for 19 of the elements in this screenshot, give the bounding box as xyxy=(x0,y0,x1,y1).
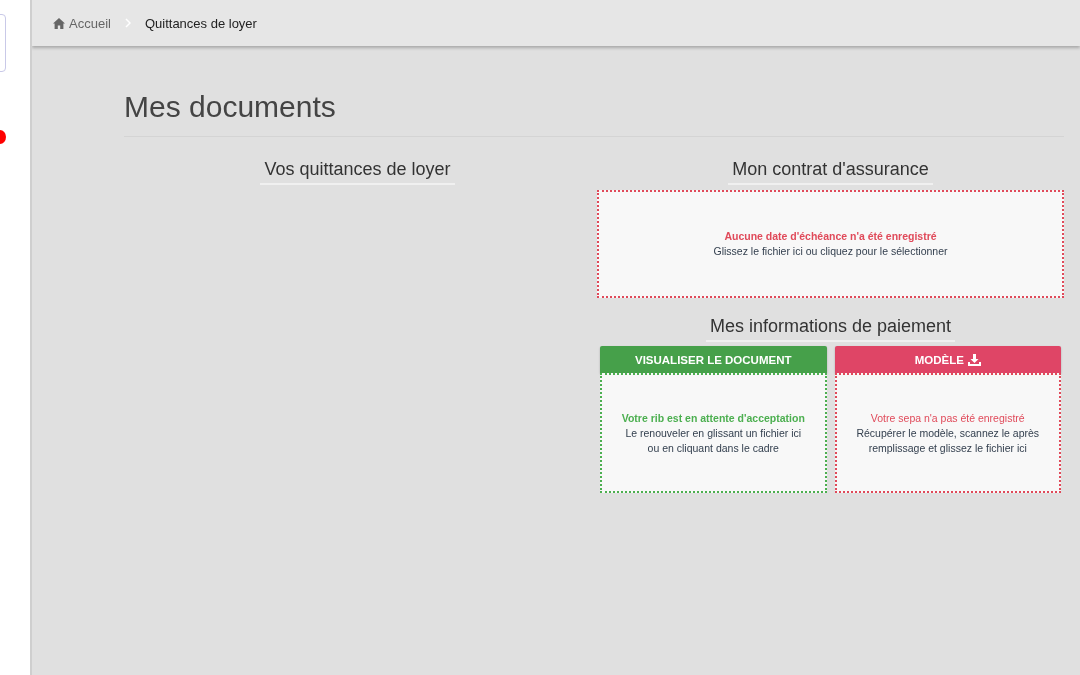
dropzone-hint: Glissez le fichier ici ou cliquez pour le sélectionner xyxy=(713,244,948,259)
breadcrumb-link[interactable]: Accueil xyxy=(53,15,111,31)
chevron-right-icon xyxy=(124,18,131,28)
dropzone-hint: Le renouveler en glissant un fichier ici ou en cliquant dans le cadre xyxy=(624,425,803,456)
section-title: Mon contrat d'assurance xyxy=(728,159,933,185)
file-dropzone[interactable]: Votre rib est en attente d'acceptation Le renouveler en glissant un fichier ici ou en cliquant dans le cadre xyxy=(600,373,827,493)
document-button[interactable]: MODÈLE xyxy=(834,346,1061,373)
download-icon xyxy=(967,353,981,366)
breadcrumb-link[interactable]: Quittances de loyer xyxy=(144,15,257,31)
page-title: Mes documents xyxy=(124,90,1064,137)
home-icon xyxy=(53,17,65,29)
section-title: Vos quittances de loyer xyxy=(260,159,455,185)
section-title: Mes informations de paiement xyxy=(705,316,956,342)
status-message: Votre rib est en attente d'acceptation xyxy=(621,410,805,426)
file-dropzone[interactable]: Aucune date d'échéance n'a été enregistré Glissez le fichier ici ou cliquez pour le sélectionner xyxy=(597,190,1064,298)
status-message: Aucune date d'échéance n'a été enregistré xyxy=(724,229,937,244)
status-message: Votre sepa n'a pas été enregistré xyxy=(870,410,1025,426)
dropzone-hint: Récupérer le modèle, scannez le après remplissage et glissez le fichier ici xyxy=(855,425,1041,456)
file-dropzone[interactable]: Votre sepa n'a pas été enregistré Récupérer le modèle, scannez le après remplissage et glissez le fichier ici xyxy=(834,373,1061,493)
